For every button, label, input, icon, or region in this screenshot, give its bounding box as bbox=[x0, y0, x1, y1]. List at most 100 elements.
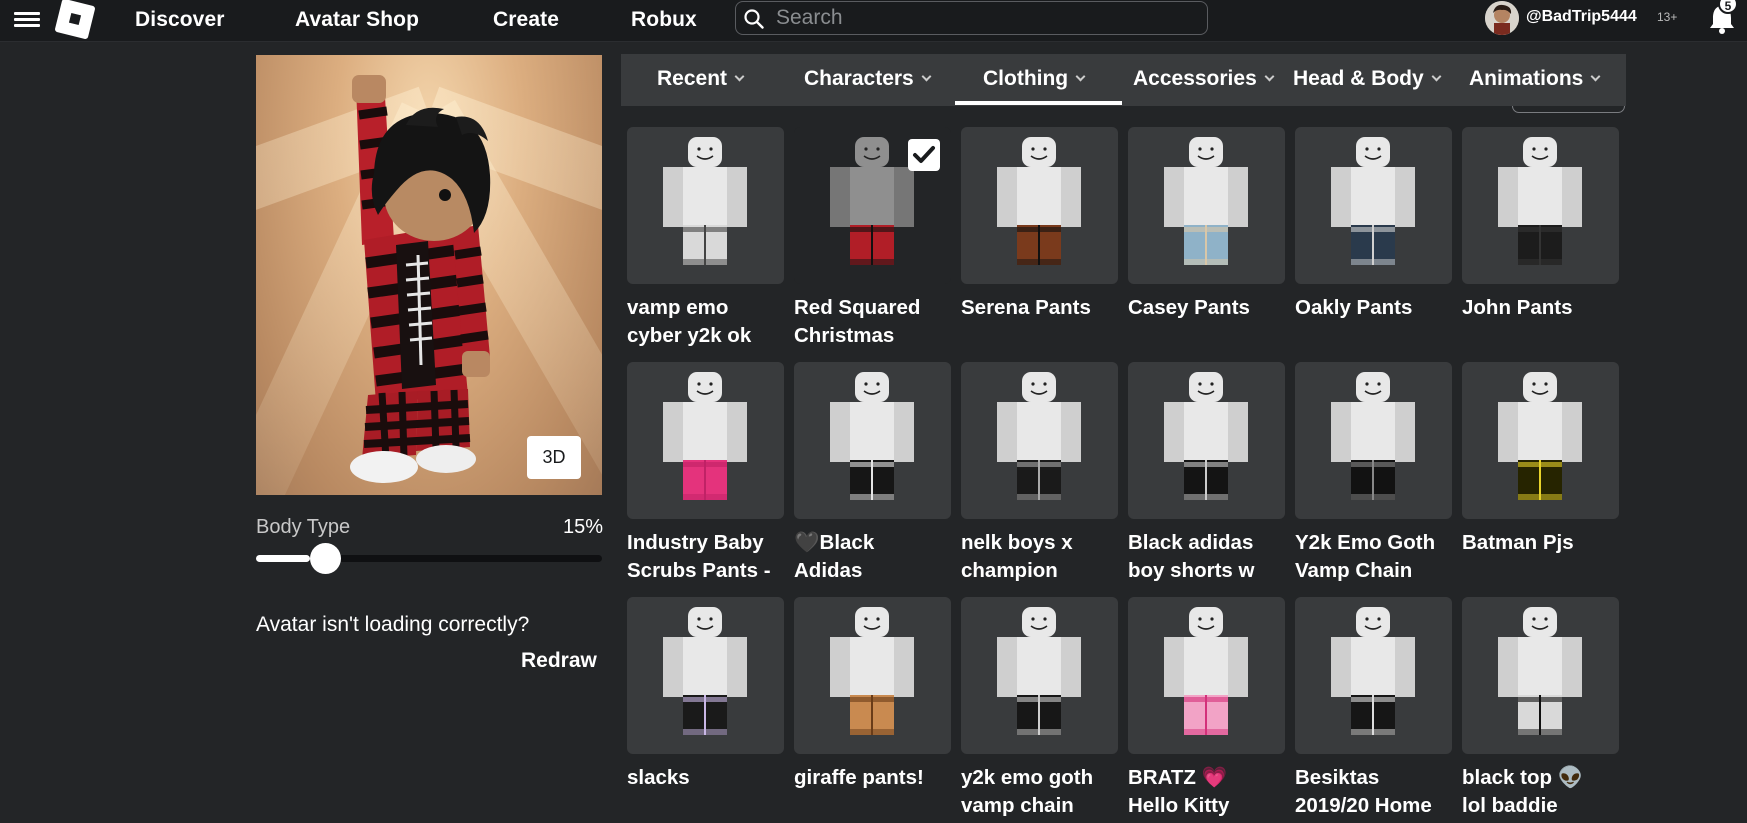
clothing-item-tile[interactable] bbox=[961, 127, 1118, 284]
clothing-item-tile[interactable] bbox=[1295, 127, 1452, 284]
mannequin-thumbnail bbox=[1164, 607, 1248, 735]
mannequin-thumbnail bbox=[1498, 372, 1582, 500]
clothing-item-tile[interactable] bbox=[627, 362, 784, 519]
mannequin-thumbnail bbox=[663, 607, 747, 735]
item-name-line1[interactable]: black top 👽 bbox=[1462, 764, 1624, 792]
view-3d-toggle-button[interactable]: 3D bbox=[527, 436, 581, 479]
item-name-line2[interactable]: 2019/20 Home bbox=[1295, 792, 1457, 820]
clothing-item-tile[interactable] bbox=[794, 597, 951, 754]
body-type-slider-fill bbox=[256, 555, 310, 562]
tab-label: Clothing bbox=[983, 67, 1069, 90]
mannequin-thumbnail bbox=[1164, 137, 1248, 265]
clothing-item-tile[interactable] bbox=[961, 362, 1118, 519]
mannequin-thumbnail bbox=[663, 137, 747, 265]
clothing-item-tile[interactable] bbox=[627, 597, 784, 754]
username[interactable]: @BadTrip5444 bbox=[1526, 8, 1637, 26]
category-tabs: Recent Characters Clothing Accessories H… bbox=[621, 54, 1626, 106]
item-name-line1[interactable]: slacks bbox=[627, 764, 789, 792]
chevron-down-icon bbox=[1590, 71, 1601, 82]
item-name-line1[interactable]: giraffe pants! bbox=[794, 764, 956, 792]
item-name-line1[interactable]: Industry Baby bbox=[627, 529, 789, 557]
clothing-item-tile[interactable] bbox=[1462, 597, 1619, 754]
mannequin-thumbnail bbox=[997, 372, 1081, 500]
clothing-item-tile[interactable] bbox=[1128, 362, 1285, 519]
tab-label: Accessories bbox=[1133, 67, 1257, 90]
tab-characters[interactable]: Characters bbox=[804, 67, 932, 91]
avatar-figure bbox=[350, 75, 491, 483]
roblox-logo-icon[interactable] bbox=[54, 0, 96, 40]
item-name-line2[interactable]: Christmas bbox=[794, 322, 956, 350]
clothing-item-tile[interactable] bbox=[1295, 362, 1452, 519]
chevron-down-icon bbox=[1075, 71, 1086, 82]
mannequin-thumbnail bbox=[1498, 137, 1582, 265]
body-type-value: 15% bbox=[563, 516, 604, 538]
tab-clothing[interactable]: Clothing bbox=[983, 67, 1086, 91]
nav-robux[interactable]: Robux bbox=[631, 8, 697, 32]
item-name-line1[interactable]: 🖤Black bbox=[794, 529, 956, 557]
item-name-line2[interactable]: Scrubs Pants - bbox=[627, 557, 789, 585]
clothing-item-tile[interactable] bbox=[794, 127, 951, 284]
item-name-line2[interactable]: cyber y2k ok bbox=[627, 322, 789, 350]
item-name-line2[interactable]: vamp chain bbox=[961, 792, 1123, 820]
mannequin-thumbnail bbox=[1331, 372, 1415, 500]
chevron-down-icon bbox=[1431, 71, 1442, 82]
top-navigation-bar: Discover Avatar Shop Create Robux @BadTr… bbox=[0, 0, 1747, 42]
nav-discover[interactable]: Discover bbox=[135, 8, 225, 32]
chevron-down-icon bbox=[734, 71, 745, 82]
body-type-label: Body Type bbox=[256, 516, 351, 538]
avatar-preview[interactable] bbox=[256, 55, 602, 495]
redraw-link[interactable]: Redraw bbox=[521, 649, 597, 673]
menu-icon[interactable] bbox=[14, 9, 40, 31]
clothing-item-tile[interactable] bbox=[961, 597, 1118, 754]
tab-animations[interactable]: Animations bbox=[1469, 67, 1601, 91]
clothing-item-tile[interactable] bbox=[627, 127, 784, 284]
tab-head-body[interactable]: Head & Body bbox=[1293, 67, 1442, 91]
mannequin-thumbnail bbox=[1498, 607, 1582, 735]
clothing-item-tile[interactable] bbox=[794, 362, 951, 519]
checkmark-icon bbox=[908, 139, 940, 171]
item-name-line1[interactable]: Black adidas bbox=[1128, 529, 1290, 557]
item-name-line1[interactable]: Y2k Emo Goth bbox=[1295, 529, 1457, 557]
user-avatar[interactable] bbox=[1485, 1, 1519, 35]
item-name-line1[interactable]: vamp emo bbox=[627, 294, 789, 322]
clothing-item-tile[interactable] bbox=[1128, 597, 1285, 754]
item-name-line1[interactable]: nelk boys x bbox=[961, 529, 1123, 557]
search-input[interactable] bbox=[776, 6, 1196, 30]
item-name-line1[interactable]: Serena Pants bbox=[961, 294, 1123, 322]
mannequin-thumbnail bbox=[997, 137, 1081, 265]
nav-avatar-shop[interactable]: Avatar Shop bbox=[295, 8, 419, 32]
item-name-line1[interactable]: y2k emo goth bbox=[961, 764, 1123, 792]
item-name-line2[interactable]: Adidas bbox=[794, 557, 956, 585]
tab-recent[interactable]: Recent bbox=[657, 67, 745, 91]
item-name-line1[interactable]: Batman Pjs bbox=[1462, 529, 1624, 557]
item-name-line1[interactable]: John Pants bbox=[1462, 294, 1624, 322]
mannequin-thumbnail bbox=[1164, 372, 1248, 500]
item-name-line1[interactable]: Besiktas bbox=[1295, 764, 1457, 792]
body-type-slider-handle[interactable] bbox=[309, 543, 341, 574]
clothing-item-tile[interactable] bbox=[1462, 362, 1619, 519]
search-icon bbox=[744, 9, 764, 29]
item-name-line1[interactable]: Casey Pants bbox=[1128, 294, 1290, 322]
item-name-line1[interactable]: Oakly Pants bbox=[1295, 294, 1457, 322]
item-name-line1[interactable]: Red Squared bbox=[794, 294, 956, 322]
item-name-line1[interactable]: BRATZ 💗 bbox=[1128, 764, 1290, 792]
item-name-line2[interactable]: boy shorts w bbox=[1128, 557, 1290, 585]
user-avatar-icon bbox=[1485, 1, 1519, 35]
mannequin-thumbnail bbox=[1331, 607, 1415, 735]
search-box[interactable] bbox=[735, 1, 1208, 35]
avatar-editor-page: { "topbar": { "nav": [ {"label": "Discov… bbox=[0, 0, 1747, 823]
tab-label: Characters bbox=[804, 67, 914, 90]
mannequin-thumbnail bbox=[830, 372, 914, 500]
clothing-item-tile[interactable] bbox=[1128, 127, 1285, 284]
item-name-line2[interactable]: champion bbox=[961, 557, 1123, 585]
tab-label: Head & Body bbox=[1293, 67, 1424, 90]
item-name-line2[interactable]: lol baddie bbox=[1462, 792, 1624, 820]
nav-create[interactable]: Create bbox=[493, 8, 559, 32]
active-tab-underline bbox=[955, 101, 1122, 105]
mannequin-thumbnail bbox=[830, 607, 914, 735]
item-name-line2[interactable]: Vamp Chain bbox=[1295, 557, 1457, 585]
clothing-item-tile[interactable] bbox=[1462, 127, 1619, 284]
item-name-line2[interactable]: Hello Kitty bbox=[1128, 792, 1290, 820]
tab-accessories[interactable]: Accessories bbox=[1133, 67, 1275, 91]
clothing-item-tile[interactable] bbox=[1295, 597, 1452, 754]
